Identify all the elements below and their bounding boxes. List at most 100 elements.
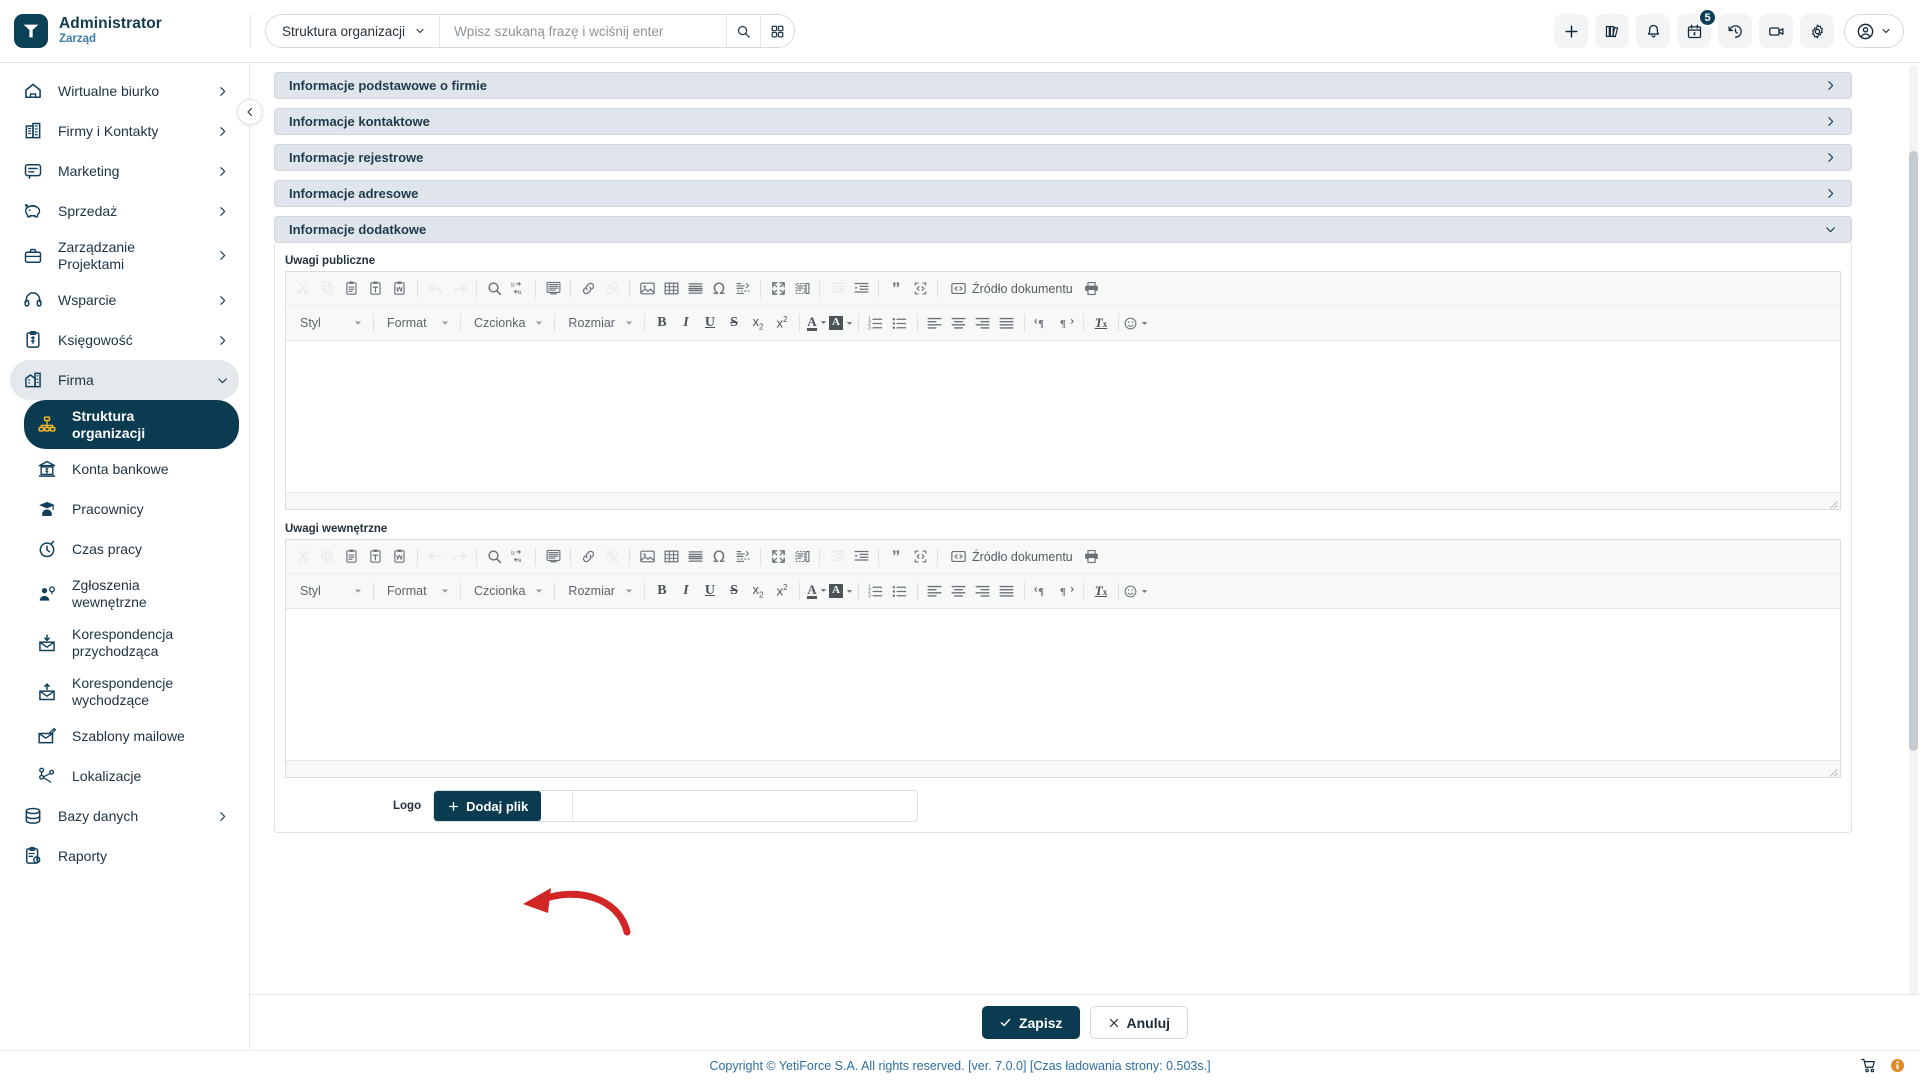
paste-button[interactable] [340, 545, 364, 568]
sidebar-item-raporty[interactable]: Raporty [10, 836, 239, 876]
image-button[interactable] [635, 277, 659, 300]
page-break-button[interactable] [731, 545, 755, 568]
paste-button[interactable] [340, 277, 364, 300]
search-submit-button[interactable] [726, 15, 761, 47]
align-left-button[interactable] [923, 312, 947, 335]
font-select[interactable]: Czcionka [466, 312, 549, 335]
show-blocks-button[interactable] [790, 545, 814, 568]
blockquote-button[interactable]: ” [884, 545, 908, 568]
save-button[interactable]: Zapisz [981, 1006, 1080, 1039]
link-button[interactable] [576, 277, 600, 300]
print-button[interactable] [1080, 277, 1104, 300]
text-color-button[interactable]: A [805, 580, 829, 603]
format-select[interactable]: Format [379, 312, 455, 335]
accordion-header-additional-info[interactable]: Informacje dodatkowe [274, 216, 1852, 243]
paste-from-word-button[interactable] [388, 277, 412, 300]
numbered-list-button[interactable]: 123 [864, 312, 888, 335]
paste-from-word-button[interactable] [388, 545, 412, 568]
sidebar-item-zg-oszenia-wewn-trzne[interactable]: Zgłoszenia wewnętrzne [24, 569, 239, 618]
global-search-input[interactable] [440, 15, 727, 47]
resize-handle-icon[interactable] [1827, 766, 1838, 777]
horizontal-rule-button[interactable] [683, 277, 707, 300]
source-button[interactable]: Źródło dokumentu [943, 277, 1080, 300]
align-center-button[interactable] [947, 580, 971, 603]
text-direction-rtl-button[interactable]: ¶ [1054, 312, 1078, 335]
text-color-button[interactable]: A [805, 312, 829, 335]
strikethrough-button[interactable]: S [722, 580, 746, 603]
div-container-button[interactable] [908, 277, 932, 300]
smiley-button[interactable] [1124, 312, 1148, 335]
align-right-button[interactable] [971, 580, 995, 603]
sidebar-item-wsparcie[interactable]: Wsparcie [10, 280, 239, 320]
align-center-button[interactable] [947, 312, 971, 335]
table-button[interactable] [659, 277, 683, 300]
superscript-button[interactable]: x2 [770, 312, 794, 335]
sidebar-item-lokalizacje[interactable]: Lokalizacje [24, 756, 239, 796]
sidebar-item-struktura-organizacji[interactable]: Struktura organizacji [24, 400, 239, 450]
indent-button[interactable] [849, 545, 873, 568]
find-button[interactable] [482, 277, 506, 300]
div-container-button[interactable] [908, 545, 932, 568]
calendar-button[interactable]: 5 [1677, 8, 1717, 48]
numbered-list-button[interactable]: 123 [864, 580, 888, 603]
shopping-cart-icon[interactable] [1860, 1057, 1877, 1074]
text-direction-ltr-button[interactable]: ¶ [1030, 312, 1054, 335]
scrollbar-thumb[interactable] [1909, 151, 1918, 751]
logo-file-input[interactable]: Dodaj plik [433, 790, 919, 822]
sidebar-item-korespondencje-wychodz-ce[interactable]: Korespondencje wychodzące [24, 667, 239, 716]
select-all-button[interactable] [541, 545, 565, 568]
background-color-button[interactable]: A [828, 312, 853, 335]
align-justify-button[interactable] [995, 580, 1019, 603]
replace-button[interactable]: ba [506, 545, 530, 568]
superscript-button[interactable]: x2 [770, 580, 794, 603]
settings-button[interactable] [1800, 14, 1834, 48]
sidebar-item-konta-bankowe[interactable]: Konta bankowe [24, 449, 239, 489]
subscript-button[interactable]: x2 [746, 312, 770, 335]
sidebar-item-firma[interactable]: Firma [10, 360, 239, 401]
show-blocks-button[interactable] [790, 277, 814, 300]
bulleted-list-button[interactable] [888, 580, 912, 603]
fontsize-select[interactable]: Rozmiar [560, 580, 639, 603]
bold-button[interactable]: B [650, 580, 674, 603]
brand-block[interactable]: Administrator Zarząd [0, 0, 250, 63]
sidebar-item-zarz-dzanie-projektami[interactable]: Zarządzanie Projektami [10, 231, 239, 280]
sidebar-item-wirtualne-biurko[interactable]: Wirtualne biurko [10, 71, 239, 111]
blockquote-button[interactable]: ” [884, 277, 908, 300]
notifications-button[interactable] [1636, 14, 1670, 48]
image-button[interactable] [635, 545, 659, 568]
bold-button[interactable]: B [650, 312, 674, 335]
horizontal-rule-button[interactable] [683, 545, 707, 568]
main-scrollbar[interactable] [1909, 65, 1918, 994]
history-button[interactable] [1718, 14, 1752, 48]
table-button[interactable] [659, 545, 683, 568]
maximize-button[interactable] [766, 545, 790, 568]
select-all-button[interactable] [541, 277, 565, 300]
italic-button[interactable]: I [674, 312, 698, 335]
smiley-button[interactable] [1124, 580, 1148, 603]
print-button[interactable] [1080, 545, 1104, 568]
info-icon[interactable] [1889, 1057, 1906, 1074]
remove-format-button[interactable]: Tx [1089, 312, 1113, 335]
add-button[interactable] [1554, 14, 1588, 48]
sidebar-item-ksi-gowo[interactable]: Księgowość [10, 320, 239, 360]
user-menu-button[interactable] [1844, 14, 1904, 48]
style-select[interactable]: Styl [292, 312, 368, 335]
sidebar-collapse-button[interactable] [237, 99, 263, 125]
special-char-button[interactable]: Ω [707, 545, 731, 568]
paste-as-text-button[interactable] [364, 545, 388, 568]
accordion-header-registration-info[interactable]: Informacje rejestrowe [274, 144, 1852, 171]
background-color-button[interactable]: A [828, 580, 853, 603]
library-button[interactable] [1595, 14, 1629, 48]
indent-button[interactable] [849, 277, 873, 300]
subscript-button[interactable]: x2 [746, 580, 770, 603]
accordion-header-address-info[interactable]: Informacje adresowe [274, 180, 1852, 207]
font-select[interactable]: Czcionka [466, 580, 549, 603]
strikethrough-button[interactable]: S [722, 312, 746, 335]
source-button[interactable]: Źródło dokumentu [943, 545, 1080, 568]
sidebar-item-korespondencja-przychodz-ca[interactable]: Korespondencja przychodząca [24, 618, 239, 667]
sidebar-item-firmy-i-kontakty[interactable]: Firmy i Kontakty [10, 111, 239, 151]
align-justify-button[interactable] [995, 312, 1019, 335]
style-select[interactable]: Styl [292, 580, 368, 603]
accordion-header-basic-info[interactable]: Informacje podstawowe o firmie [274, 72, 1852, 99]
fontsize-select[interactable]: Rozmiar [560, 312, 639, 335]
